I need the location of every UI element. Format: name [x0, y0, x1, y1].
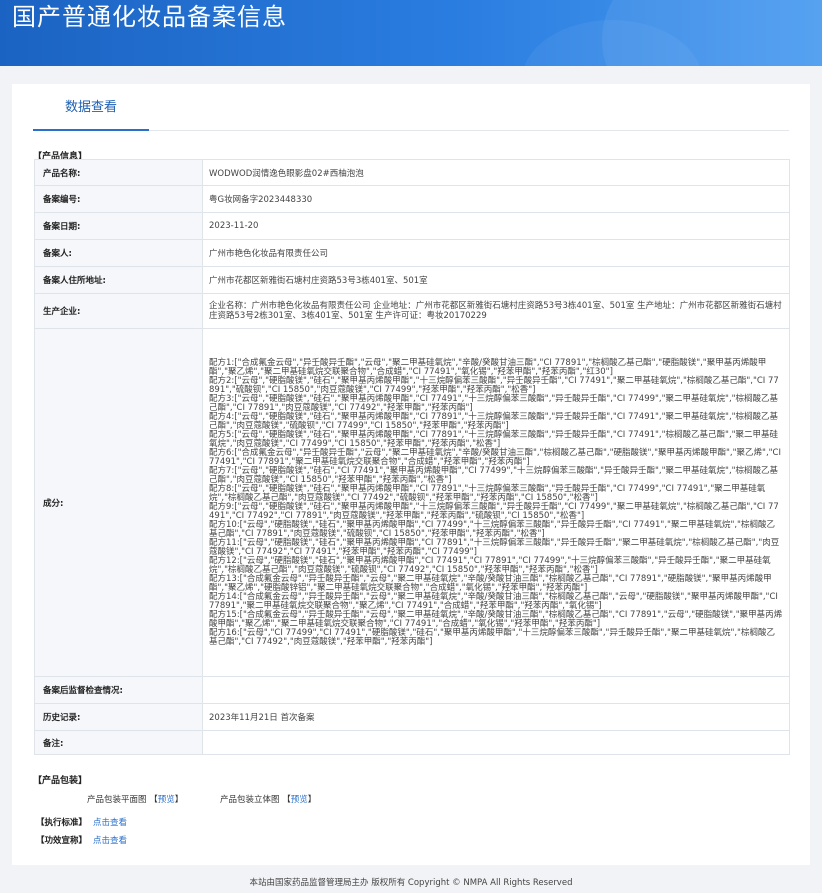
table-row: 备注:	[34, 730, 790, 755]
bracket: 【	[282, 795, 291, 805]
packaging-flat-preview-link[interactable]: 预览	[158, 795, 175, 805]
table-row: 生产企业: 企业名称：广州市艳色化妆品有限责任公司 企业地址：广州市花都区新雅街…	[34, 293, 790, 329]
standards-label: 【执行标准】	[36, 818, 88, 828]
table-row: 备案编号: 粤G妆网备字2023448330	[34, 185, 790, 213]
registrant-value: 广州市艳色化妆品有限责任公司	[202, 239, 790, 267]
field-label: 备案后监督检查情况:	[34, 676, 203, 704]
efficacy-view-link[interactable]: 点击查看	[93, 836, 127, 846]
header-banner: 国产普通化妆品备案信息	[0, 0, 822, 66]
efficacy-row: 【功效宣称】 点击查看	[36, 834, 127, 846]
bracket: 】	[174, 795, 184, 805]
standards-row: 【执行标准】 点击查看	[36, 816, 127, 828]
history-value: 2023年11月21日 首次备案	[202, 703, 790, 731]
ingredients-value: 配方1:["合成氟金云母","异壬酸异壬酯","云母","聚二甲基硅氧烷","辛…	[202, 328, 790, 677]
registrant-address-value: 广州市花都区新雅街石塘村庄资路53号3栋401室、501室	[202, 266, 790, 294]
remarks-value	[202, 730, 790, 755]
table-row: 备案人住所地址: 广州市花都区新雅街石塘村庄资路53号3栋401室、501室	[34, 266, 790, 294]
packaging-title: 【产品包装】	[33, 776, 88, 786]
standards-view-link[interactable]: 点击查看	[93, 818, 127, 828]
table-row: 历史记录: 2023年11月21日 首次备案	[34, 703, 790, 731]
bracket: 】	[307, 795, 317, 805]
field-label: 成分:	[34, 328, 203, 677]
page-title: 国产普通化妆品备案信息	[12, 3, 287, 31]
field-label: 备注:	[34, 730, 203, 755]
content-card: 数据查看 【产品信息】 产品名称: WODWOD润情逸色眼影盘02#西柚泡泡 备…	[12, 84, 810, 865]
table-row: 备案人: 广州市艳色化妆品有限责任公司	[34, 239, 790, 267]
tab-data-view[interactable]: 数据查看	[33, 96, 149, 131]
record-date-value: 2023-11-20	[202, 212, 790, 240]
field-label: 备案日期:	[34, 212, 203, 240]
table-row: 备案后监督检查情况:	[34, 676, 790, 704]
tab-bar: 数据查看	[33, 96, 789, 131]
field-label: 历史记录:	[34, 703, 203, 731]
table-row: 成分: 配方1:["合成氟金云母","异壬酸异壬酯","云母","聚二甲基硅氧烷…	[34, 328, 790, 677]
packaging-flat: 产品包装平面图 【预览】	[87, 793, 183, 805]
record-number-value: 粤G妆网备字2023448330	[202, 185, 790, 213]
supervision-value	[202, 676, 790, 704]
field-label: 备案人:	[34, 239, 203, 267]
field-label: 产品名称:	[34, 159, 203, 186]
table-row: 产品名称: WODWOD润情逸色眼影盘02#西柚泡泡	[34, 159, 790, 186]
field-label: 备案人住所地址:	[34, 266, 203, 294]
packaging-solid-label: 产品包装立体图	[220, 795, 280, 805]
bracket: 【	[149, 795, 158, 805]
product-name-value: WODWOD润情逸色眼影盘02#西柚泡泡	[202, 159, 790, 186]
field-label: 生产企业:	[34, 293, 203, 329]
packaging-solid: 产品包装立体图 【预览】	[220, 793, 316, 805]
efficacy-label: 【功效宣称】	[36, 836, 88, 846]
product-info-table: 产品名称: WODWOD润情逸色眼影盘02#西柚泡泡 备案编号: 粤G妆网备字2…	[34, 159, 790, 755]
packaging-flat-label: 产品包装平面图	[87, 795, 147, 805]
footer-copyright: 本站由国家药品监督管理局主办 版权所有 Copyright © NMPA All…	[249, 878, 573, 888]
packaging-solid-preview-link[interactable]: 预览	[291, 795, 308, 805]
manufacturer-value: 企业名称：广州市艳色化妆品有限责任公司 企业地址：广州市花都区新雅街石塘村庄资路…	[202, 293, 790, 329]
table-row: 备案日期: 2023-11-20	[34, 212, 790, 240]
field-label: 备案编号:	[34, 185, 203, 213]
